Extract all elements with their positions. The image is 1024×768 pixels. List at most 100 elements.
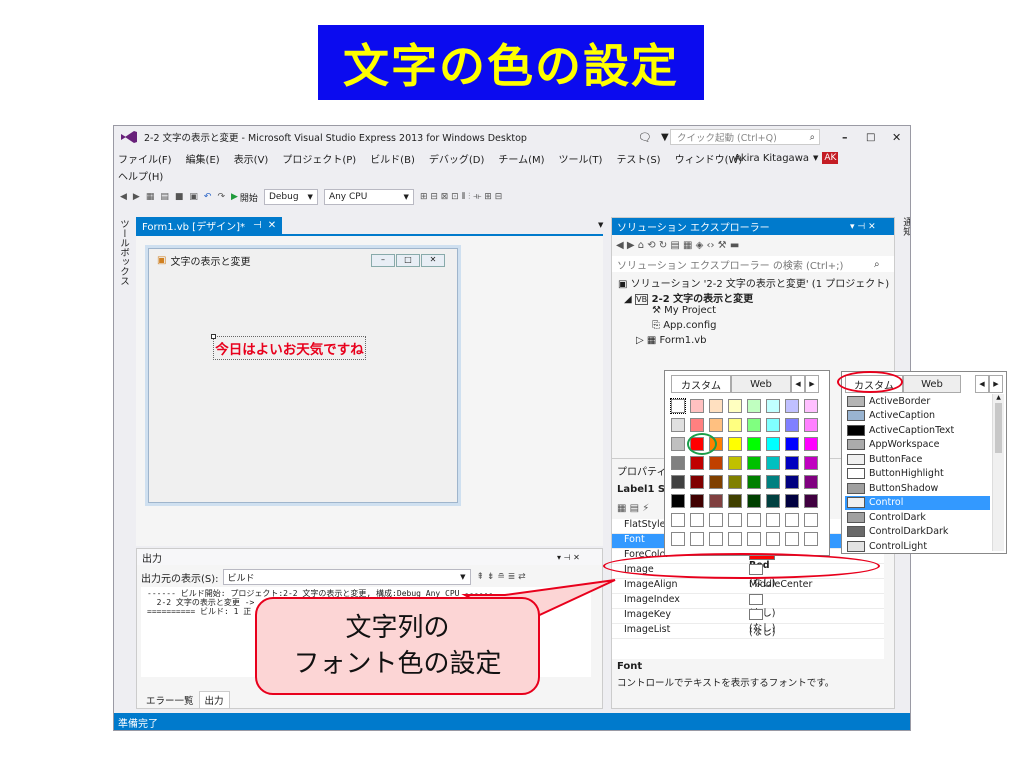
palette-cell[interactable]	[709, 456, 723, 470]
menu-item[interactable]: ファイル(F)	[118, 151, 172, 166]
palette-cell[interactable]	[747, 456, 761, 470]
chevron-right-icon[interactable]: ▶	[805, 375, 819, 393]
palette-cell[interactable]	[747, 399, 761, 413]
palette-cell[interactable]	[709, 513, 723, 527]
palette-cell[interactable]	[670, 398, 686, 414]
new-project-icon[interactable]: ▦	[146, 192, 155, 202]
palette-cell[interactable]	[747, 437, 761, 451]
solution-toolbar[interactable]: ◀ ▶ ⌂ ⟲ ↻ ▤ ▦ ◈ ‹› ⚒ ▬	[616, 237, 739, 254]
palette-cell[interactable]	[785, 399, 799, 413]
pin-icon[interactable]: ▾ ⊣ ✕	[557, 553, 580, 562]
property-value[interactable]: (なし)	[737, 609, 775, 634]
palette-cell[interactable]	[747, 513, 761, 527]
system-color-item[interactable]: ActiveCaption	[845, 409, 990, 424]
palette-cell[interactable]	[671, 418, 685, 432]
palette-cell[interactable]	[690, 418, 704, 432]
palette-cell[interactable]	[671, 494, 685, 508]
menu-item[interactable]: プロジェクト(P)	[282, 151, 356, 166]
palette-cell[interactable]	[804, 532, 818, 546]
scroll-up-icon[interactable]: ▲	[993, 394, 1004, 401]
save-icon[interactable]: ■	[175, 192, 184, 202]
resize-handle[interactable]	[211, 334, 216, 339]
form-window[interactable]: ▣ 文字の表示と変更 – □ ✕ 今日はよいお天気ですね	[148, 248, 458, 503]
menu-item[interactable]: ツール(T)	[559, 151, 603, 166]
menu-item[interactable]: 表示(V)	[234, 151, 269, 166]
palette-cell[interactable]	[766, 399, 780, 413]
palette-cell[interactable]	[747, 532, 761, 546]
scroll-thumb[interactable]	[995, 403, 1002, 453]
system-color-item[interactable]: AppWorkspace	[845, 438, 990, 453]
palette-cell[interactable]	[690, 532, 704, 546]
palette-cell[interactable]	[804, 456, 818, 470]
palette-cell[interactable]	[690, 513, 704, 527]
tree-project[interactable]: ◢ VB 2-2 文字の表示と変更	[618, 290, 894, 305]
palette-cell[interactable]	[690, 456, 704, 470]
maximize-button[interactable]: □	[866, 132, 875, 143]
chevron-left-icon[interactable]: ◀	[975, 375, 989, 393]
notify-tab[interactable]: 通知	[899, 217, 910, 236]
layout-icon[interactable]: ⊞ ⊟ ⊠ ⊡ ⫴ ⫶ ⟛ ⊞ ⊟	[420, 192, 502, 202]
chevron-down-icon[interactable]: ▼	[598, 221, 603, 229]
palette-cell[interactable]	[728, 513, 742, 527]
palette-cell[interactable]	[766, 532, 780, 546]
pin-icon[interactable]: ▾ ⊣ ✕	[850, 222, 876, 232]
palette-cell[interactable]	[671, 532, 685, 546]
palette-cell[interactable]	[709, 418, 723, 432]
palette-cell[interactable]	[728, 456, 742, 470]
system-color-item[interactable]: ButtonShadow	[845, 481, 990, 496]
palette-cell[interactable]	[785, 456, 799, 470]
palette-cell[interactable]	[804, 494, 818, 508]
palette-cell[interactable]	[766, 456, 780, 470]
palette-cell[interactable]	[671, 456, 685, 470]
feedback-icon[interactable]: 🗨	[638, 131, 652, 144]
minimize-button[interactable]: –	[842, 131, 848, 144]
menu-item[interactable]: 編集(E)	[186, 151, 220, 166]
palette-tab-custom[interactable]: カスタム	[671, 375, 731, 393]
palette-cell[interactable]	[671, 475, 685, 489]
palette-cell[interactable]	[804, 418, 818, 432]
system-color-item[interactable]: ActiveBorder	[845, 394, 990, 409]
tree-item[interactable]: ⎘ App.config	[618, 320, 894, 335]
palette-cell[interactable]	[766, 494, 780, 508]
palette-cell[interactable]	[785, 513, 799, 527]
output-tab[interactable]: エラー一覧	[141, 692, 199, 708]
chevron-left-icon[interactable]: ◀	[791, 375, 805, 393]
palette-cell[interactable]	[804, 513, 818, 527]
palette-cell[interactable]	[671, 437, 685, 451]
notify-strip[interactable]: 通知	[897, 213, 910, 273]
palette-cell[interactable]	[804, 437, 818, 451]
tree-root[interactable]: ▣ ソリューション '2-2 文字の表示と変更' (1 プロジェクト)	[618, 275, 894, 290]
palette-cell[interactable]	[728, 532, 742, 546]
palette-cell[interactable]	[766, 513, 780, 527]
palette-cell[interactable]	[785, 475, 799, 489]
property-row[interactable]: ImageList (なし)	[612, 624, 884, 639]
forward-icon[interactable]: ▶	[133, 192, 140, 202]
palette-cell[interactable]	[690, 399, 704, 413]
system-color-item[interactable]: ButtonHighlight	[845, 467, 990, 482]
filter-icon[interactable]: ▼	[661, 132, 669, 143]
system-color-item[interactable]: ControlDarkDark	[845, 525, 990, 540]
quick-launch-input[interactable]: クイック起動 (Ctrl+Q) ⌕	[670, 129, 820, 145]
open-icon[interactable]: ▤	[160, 192, 169, 202]
palette-cell[interactable]	[690, 494, 704, 508]
palette-cell[interactable]	[747, 475, 761, 489]
account-area[interactable]: Akira Kitagawa ▼ AK	[734, 150, 839, 166]
scrollbar[interactable]: ▲	[992, 394, 1004, 551]
system-color-item[interactable]: Control	[845, 495, 990, 510]
palette-cell[interactable]	[766, 418, 780, 432]
pin-icon[interactable]: ⊣	[253, 220, 262, 231]
menu-item[interactable]: デバッグ(D)	[429, 151, 485, 166]
palette-cell[interactable]	[766, 437, 780, 451]
properties-toolbar[interactable]: ▦ ▤ ⚡	[617, 500, 649, 516]
save-all-icon[interactable]: ▣	[189, 192, 198, 202]
palette-cell[interactable]	[728, 399, 742, 413]
toolbox-tab[interactable]: ツールボックス	[116, 219, 130, 286]
toolbox-strip[interactable]: ツールボックス	[114, 213, 129, 713]
palette-cell[interactable]	[728, 494, 742, 508]
property-row[interactable]: ImageIndex (なし)	[612, 594, 884, 619]
palette-cell[interactable]	[709, 475, 723, 489]
property-row[interactable]: ImageAlign MiddleCenter	[612, 579, 884, 594]
close-button[interactable]: ✕	[892, 131, 901, 144]
palette-cell[interactable]	[747, 418, 761, 432]
close-icon[interactable]: ✕	[268, 220, 276, 231]
